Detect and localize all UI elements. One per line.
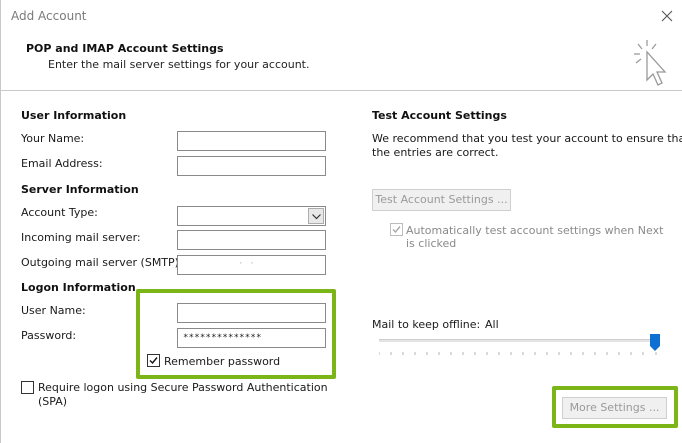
- account-type-select[interactable]: [177, 206, 326, 226]
- chevron-down-icon: [312, 214, 321, 220]
- mail-offline-label: Mail to keep offline:: [372, 318, 481, 331]
- password-label: Password:: [21, 329, 77, 342]
- server-info-heading: Server Information: [21, 183, 139, 196]
- account-type-label: Account Type:: [21, 206, 98, 219]
- mail-offline-slider-ticks: [379, 352, 657, 355]
- header-divider: [1, 90, 682, 91]
- close-icon: [661, 10, 673, 22]
- auto-test-label-line1: Automatically test account settings when…: [406, 224, 664, 237]
- header-subtitle: Enter the mail server settings for your …: [48, 58, 310, 71]
- logon-highlight-box: [136, 289, 336, 379]
- test-settings-heading: Test Account Settings: [372, 109, 507, 122]
- spa-label-line1: Require logon using Secure Password Auth…: [38, 381, 328, 394]
- more-settings-highlight-box: [552, 386, 678, 428]
- add-account-dialog: Add Account POP and IMAP Account Setting…: [0, 0, 682, 443]
- outgoing-server-label: Outgoing mail server (SMTP):: [21, 256, 183, 269]
- email-address-field[interactable]: [177, 156, 326, 176]
- close-button[interactable]: [657, 6, 677, 26]
- incoming-server-field[interactable]: [177, 230, 326, 250]
- wizard-cursor-icon: [634, 40, 667, 86]
- outgoing-server-field[interactable]: · ·: [177, 255, 326, 275]
- test-description-line1: We recommend that you test your account …: [372, 132, 682, 145]
- window-title: Add Account: [11, 9, 87, 23]
- spa-label-line2: (SPA): [38, 395, 68, 408]
- test-description-line2: the entries are correct.: [372, 146, 499, 159]
- auto-test-label-line2: is clicked: [406, 237, 457, 250]
- user-name-label: User Name:: [21, 304, 86, 317]
- checkmark-icon: [392, 226, 401, 234]
- spa-checkbox[interactable]: [21, 381, 34, 394]
- incoming-server-label: Incoming mail server:: [21, 231, 141, 244]
- header-title: POP and IMAP Account Settings: [26, 42, 224, 55]
- user-info-heading: User Information: [21, 109, 127, 122]
- title-bar: Add Account: [1, 0, 682, 33]
- email-address-label: Email Address:: [21, 157, 103, 170]
- your-name-field[interactable]: [177, 131, 326, 151]
- mail-offline-slider-thumb[interactable]: [650, 334, 660, 351]
- mail-offline-value: All: [485, 318, 499, 331]
- account-type-dropdown-button[interactable]: [308, 208, 324, 224]
- dialog-header: POP and IMAP Account Settings Enter the …: [1, 33, 682, 90]
- logon-info-heading: Logon Information: [21, 281, 136, 294]
- your-name-label: Your Name:: [21, 132, 85, 145]
- test-account-settings-button[interactable]: Test Account Settings ...: [372, 189, 511, 211]
- mail-offline-slider-track[interactable]: [379, 339, 657, 342]
- auto-test-checkbox[interactable]: [390, 223, 403, 236]
